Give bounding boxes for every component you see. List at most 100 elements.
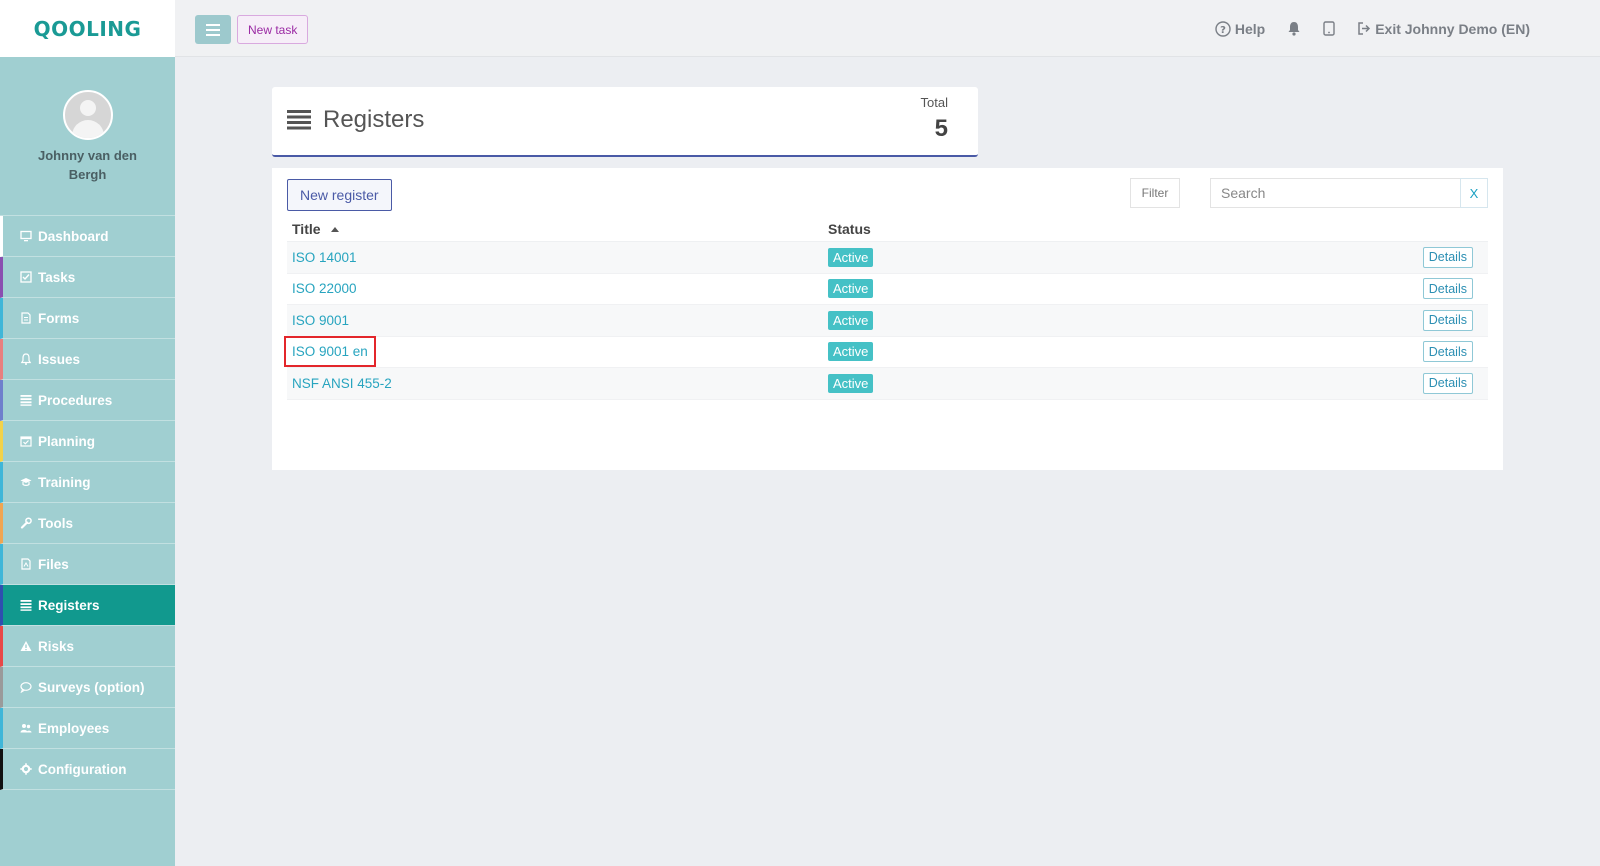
sidebar-item-label: Procedures [38, 392, 113, 408]
monitor-icon [19, 229, 33, 243]
sidebar-item-employees[interactable]: Employees [0, 708, 175, 749]
calendar-icon [19, 434, 33, 448]
cell-status: Active [828, 279, 1228, 299]
sidebar-item-label: Employees [38, 720, 110, 736]
register-link[interactable]: NSF ANSI 455-2 [292, 376, 392, 391]
sidebar-item-procedures[interactable]: Procedures [0, 380, 175, 421]
gear-icon [19, 762, 33, 776]
top-bar: New task ? Help Exit Johnny Demo (EN) [175, 0, 1600, 57]
sidebar-item-issues[interactable]: Issues [0, 339, 175, 380]
column-header-title[interactable]: Title [287, 221, 828, 237]
sidebar-item-forms[interactable]: Forms [0, 298, 175, 339]
sidebar-item-label: Training [38, 474, 91, 490]
warning-icon [19, 639, 33, 653]
cell-title: ISO 9001 en [284, 336, 828, 368]
sidebar-item-surveys-option[interactable]: Surveys (option) [0, 667, 175, 708]
cell-status: Active [828, 247, 1228, 267]
sidebar-item-tasks[interactable]: Tasks [0, 257, 175, 298]
sidebar-item-label: Configuration [38, 761, 127, 777]
sidebar-item-risks[interactable]: Risks [0, 626, 175, 667]
status-badge: Active [828, 310, 874, 330]
list-icon [19, 393, 33, 407]
search-clear-button[interactable]: X [1460, 178, 1488, 208]
new-register-button[interactable]: New register [287, 179, 392, 211]
register-link[interactable]: ISO 9001 [292, 313, 349, 328]
wrench-icon [19, 516, 33, 530]
sidebar-item-training[interactable]: Training [0, 462, 175, 503]
svg-text:?: ? [1220, 25, 1226, 36]
list-icon [287, 110, 311, 130]
sidebar-item-label: Tasks [38, 269, 76, 285]
table-row: ISO 9001 Active Details [287, 305, 1488, 337]
status-badge: Active [828, 247, 874, 267]
cell-title: ISO 14001 [287, 250, 828, 265]
sidebar-item-label: Surveys (option) [38, 679, 145, 695]
details-button[interactable]: Details [1422, 341, 1473, 363]
exit-label: Exit Johnny Demo (EN) [1375, 20, 1530, 37]
sidebar-item-label: Issues [38, 351, 81, 367]
column-header-status[interactable]: Status [828, 221, 1228, 237]
table-row: ISO 14001 Active Details [287, 242, 1488, 274]
search-input[interactable] [1210, 178, 1460, 208]
register-link[interactable]: ISO 14001 [292, 250, 357, 265]
details-button[interactable]: Details [1422, 309, 1473, 331]
table-row: NSF ANSI 455-2 Active Details [287, 368, 1488, 400]
filter-button[interactable]: Filter [1130, 178, 1180, 208]
file-icon [19, 557, 33, 571]
cell-title: ISO 9001 [287, 313, 828, 328]
exit-demo-link[interactable]: Exit Johnny Demo (EN) [1357, 21, 1530, 37]
register-link[interactable]: ISO 22000 [292, 281, 357, 296]
sidebar-item-files[interactable]: Files [0, 544, 175, 585]
cell-status: Active [828, 342, 1228, 362]
document-icon [19, 311, 33, 325]
device-button[interactable] [1323, 21, 1335, 36]
new-task-button[interactable]: New task [237, 15, 309, 44]
list-icon [19, 598, 33, 612]
cell-action: Details [1228, 278, 1488, 300]
sidebar-item-label: Registers [38, 597, 100, 613]
sidebar-item-label: Files [38, 556, 69, 572]
graduation-cap-icon [19, 475, 33, 489]
comment-icon [19, 680, 33, 694]
table-body: ISO 14001 Active Details ISO 22000 Active Det… [284, 242, 1488, 400]
sidebar-item-registers[interactable]: Registers [0, 585, 175, 626]
checkbox-icon [19, 270, 33, 284]
cell-title: ISO 22000 [287, 281, 828, 296]
user-profile: Johnny van den Bergh [0, 57, 175, 216]
sidebar-item-tools[interactable]: Tools [0, 503, 175, 544]
page-header-card: Registers Total 5 [272, 87, 978, 157]
logo[interactable]: QOOLING [0, 0, 175, 57]
sidebar-item-label: Tools [38, 515, 73, 531]
cell-status: Active [828, 373, 1228, 393]
users-icon [19, 721, 33, 735]
user-name: Johnny van den Bergh [38, 148, 137, 182]
help-link[interactable]: ? Help [1215, 21, 1265, 37]
cell-action: Details [1228, 372, 1488, 394]
sidebar-item-planning[interactable]: Planning [0, 421, 175, 462]
sign-out-icon [1358, 22, 1371, 35]
table-row: ISO 22000 Active Details [287, 274, 1488, 305]
registers-table: Title Status ISO 14001 Active Details ISO 2… [284, 217, 1488, 400]
logo-text: QOOLING [33, 16, 142, 41]
sidebar-item-dashboard[interactable]: Dashboard [0, 216, 175, 257]
notifications-button[interactable] [1287, 21, 1301, 36]
total-label: Total [920, 95, 948, 110]
cell-title: NSF ANSI 455-2 [287, 376, 828, 391]
avatar[interactable] [62, 90, 113, 140]
menu-toggle-button[interactable] [195, 15, 231, 44]
details-button[interactable]: Details [1422, 278, 1473, 300]
sidebar-item-configuration[interactable]: Configuration [0, 749, 175, 790]
tablet-icon [1323, 21, 1335, 36]
search-box: X [1210, 178, 1488, 208]
status-badge: Active [828, 373, 874, 393]
top-right-actions: ? Help Exit Johnny Demo (EN) [1215, 0, 1530, 57]
details-button[interactable]: Details [1422, 246, 1473, 268]
help-label: Help [1234, 20, 1266, 37]
question-circle-icon: ? [1215, 20, 1231, 37]
status-badge: Active [828, 279, 874, 299]
register-link[interactable]: ISO 9001 en [284, 336, 376, 368]
cell-action: Details [1228, 309, 1488, 331]
details-button[interactable]: Details [1422, 372, 1473, 394]
bell-icon [1288, 22, 1300, 36]
cell-action: Details [1228, 246, 1488, 268]
